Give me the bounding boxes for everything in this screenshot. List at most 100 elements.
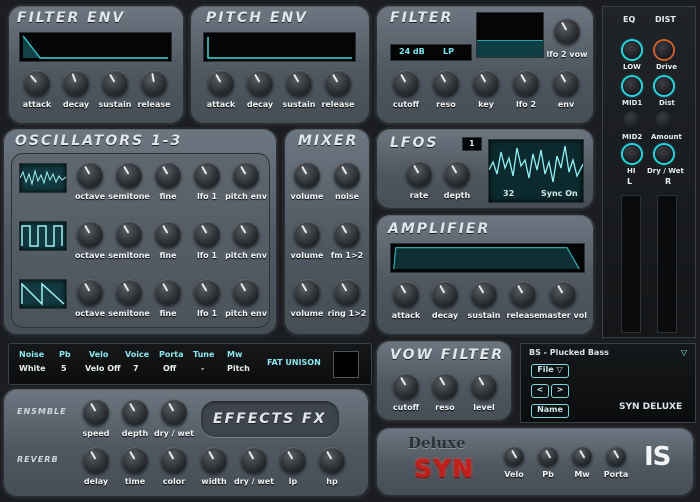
rev-drywet-knob[interactable] xyxy=(241,447,267,473)
syn-logo: SYN xyxy=(414,454,475,483)
status-porta-value[interactable]: Off xyxy=(163,364,176,373)
mixer-title: MIXER xyxy=(298,133,359,149)
filter-env-label: env xyxy=(557,100,575,109)
mixer-osc2-volume-knob[interactable] xyxy=(294,221,320,247)
osc1-fine-knob[interactable] xyxy=(155,162,181,188)
preset-dropdown-icon[interactable]: ▽ xyxy=(681,348,687,357)
fat-unison-button[interactable] xyxy=(333,351,359,378)
osc2-lfo1-knob[interactable] xyxy=(194,221,220,247)
rev-hp-knob[interactable] xyxy=(319,447,345,473)
oscillators-panel: OSCILLATORS 1-3 octave semitone fine lfo… xyxy=(3,129,277,335)
mixer-ring-knob[interactable] xyxy=(334,279,360,305)
rev-color-knob[interactable] xyxy=(161,447,187,473)
ens-depth-knob[interactable] xyxy=(122,399,148,425)
filter-env-amount-knob[interactable] xyxy=(553,70,579,96)
name-button[interactable]: Name xyxy=(531,404,569,418)
ens-speed-knob[interactable] xyxy=(83,399,109,425)
mixer-noise-knob[interactable] xyxy=(334,162,360,188)
lfo2-vow-knob[interactable] xyxy=(554,18,580,44)
lfo-index-display[interactable]: 1 xyxy=(462,137,482,151)
ens-drywet-knob[interactable] xyxy=(161,399,187,425)
pitch-env-attack-knob[interactable] xyxy=(208,70,234,96)
filter-env-release-knob[interactable] xyxy=(141,70,167,96)
osc1-lfo1-knob[interactable] xyxy=(194,162,220,188)
osc3-lfo1-knob[interactable] xyxy=(194,279,220,305)
brand-label: SYN DELUXE xyxy=(619,402,683,412)
perf-velo-knob[interactable] xyxy=(504,446,524,466)
rev-time-knob[interactable] xyxy=(122,447,148,473)
preset-name[interactable]: BS - Plucked Bass xyxy=(529,348,609,357)
osc3-semitone-knob[interactable] xyxy=(116,279,142,305)
eq-hi-label: HI xyxy=(627,167,636,175)
lfo-depth-knob[interactable] xyxy=(444,161,470,187)
file-button[interactable]: File ▽ xyxy=(531,364,569,378)
status-mw-value[interactable]: Pitch xyxy=(227,364,250,373)
filter-reso-knob[interactable] xyxy=(433,70,459,96)
osc1-octave-knob[interactable] xyxy=(77,162,103,188)
dist-dist-knob[interactable] xyxy=(655,77,673,95)
rev-lp-knob[interactable] xyxy=(280,447,306,473)
osc2-pitch-env-knob[interactable] xyxy=(233,221,259,247)
eq-mid2-knob[interactable] xyxy=(623,111,641,129)
status-velo-value[interactable]: Velo Off xyxy=(85,364,120,373)
lfo-depth-label: depth xyxy=(443,191,471,200)
osc3-fine-knob[interactable] xyxy=(155,279,181,305)
rev-width-knob[interactable] xyxy=(201,447,227,473)
status-tune-value[interactable]: - xyxy=(201,364,204,373)
osc2-octave-knob[interactable] xyxy=(77,221,103,247)
osc1-pitch-env-knob[interactable] xyxy=(233,162,259,188)
lfo-wave-display[interactable]: 32 Sync On xyxy=(488,139,584,203)
perf-pb-knob[interactable] xyxy=(538,446,558,466)
status-voice-value[interactable]: 7 xyxy=(133,364,139,373)
vow-reso-knob[interactable] xyxy=(432,373,458,399)
osc2-fine-knob[interactable] xyxy=(155,221,181,247)
filter-cutoff-knob[interactable] xyxy=(393,70,419,96)
vow-level-knob[interactable] xyxy=(471,373,497,399)
osc3-wave-display[interactable] xyxy=(19,279,67,309)
amp-decay-knob[interactable] xyxy=(432,281,458,307)
filter-env-release-label: release xyxy=(137,100,171,109)
mixer-osc1-volume-knob[interactable] xyxy=(294,162,320,188)
performance-panel: Deluxe SYN Velo Pb Mw Porta IS xyxy=(376,428,694,496)
amp-env-display xyxy=(390,243,585,273)
dist-amount-knob[interactable] xyxy=(655,111,673,129)
status-pb-value[interactable]: 5 xyxy=(61,364,67,373)
pitch-env-sustain-knob[interactable] xyxy=(286,70,312,96)
osc2-wave-display[interactable] xyxy=(19,221,67,251)
osc1-wave-display[interactable] xyxy=(19,163,67,193)
dist-drive-knob[interactable] xyxy=(655,41,673,59)
eq-hi-knob[interactable] xyxy=(623,145,641,163)
filter-env-sustain-knob[interactable] xyxy=(102,70,128,96)
prev-preset-button[interactable]: < xyxy=(531,384,549,398)
lfo-rate-knob[interactable] xyxy=(406,161,432,187)
pitch-env-decay-knob[interactable] xyxy=(247,70,273,96)
osc1-semitone-knob[interactable] xyxy=(116,162,142,188)
amp-attack-knob[interactable] xyxy=(393,281,419,307)
next-preset-button[interactable]: > xyxy=(551,384,569,398)
master-vol-knob[interactable] xyxy=(550,281,576,307)
eq-mid1-knob[interactable] xyxy=(623,77,641,95)
osc3-octave-knob[interactable] xyxy=(77,279,103,305)
amp-sustain-knob[interactable] xyxy=(471,281,497,307)
mixer-osc3-volume-knob[interactable] xyxy=(294,279,320,305)
filter-env-attack-knob[interactable] xyxy=(24,70,50,96)
amp-release-knob[interactable] xyxy=(510,281,536,307)
perf-porta-knob[interactable] xyxy=(606,446,626,466)
filter-key-knob[interactable] xyxy=(473,70,499,96)
filter-env-decay-knob[interactable] xyxy=(63,70,89,96)
perf-mw-knob[interactable] xyxy=(572,446,592,466)
vow-cutoff-knob[interactable] xyxy=(393,373,419,399)
rev-delay-knob[interactable] xyxy=(83,447,109,473)
osc2-semitone-knob[interactable] xyxy=(116,221,142,247)
eq-low-knob[interactable] xyxy=(623,41,641,59)
filter-lfo2-knob[interactable] xyxy=(513,70,539,96)
osc1-pitch-env-label: pitch env xyxy=(225,192,267,201)
filter-type-display[interactable]: 24 dB LP xyxy=(390,44,472,61)
osc3-pitch-env-knob[interactable] xyxy=(233,279,259,305)
dist-drywet-knob[interactable] xyxy=(655,145,673,163)
pitch-env-release-knob[interactable] xyxy=(325,70,351,96)
mixer-fm-knob[interactable] xyxy=(334,221,360,247)
status-bar: Noise Pb Velo Voice Porta Tune Mw White … xyxy=(8,343,372,385)
status-noise-value[interactable]: White xyxy=(19,364,46,373)
osc2-pitch-env-label: pitch env xyxy=(225,251,267,260)
